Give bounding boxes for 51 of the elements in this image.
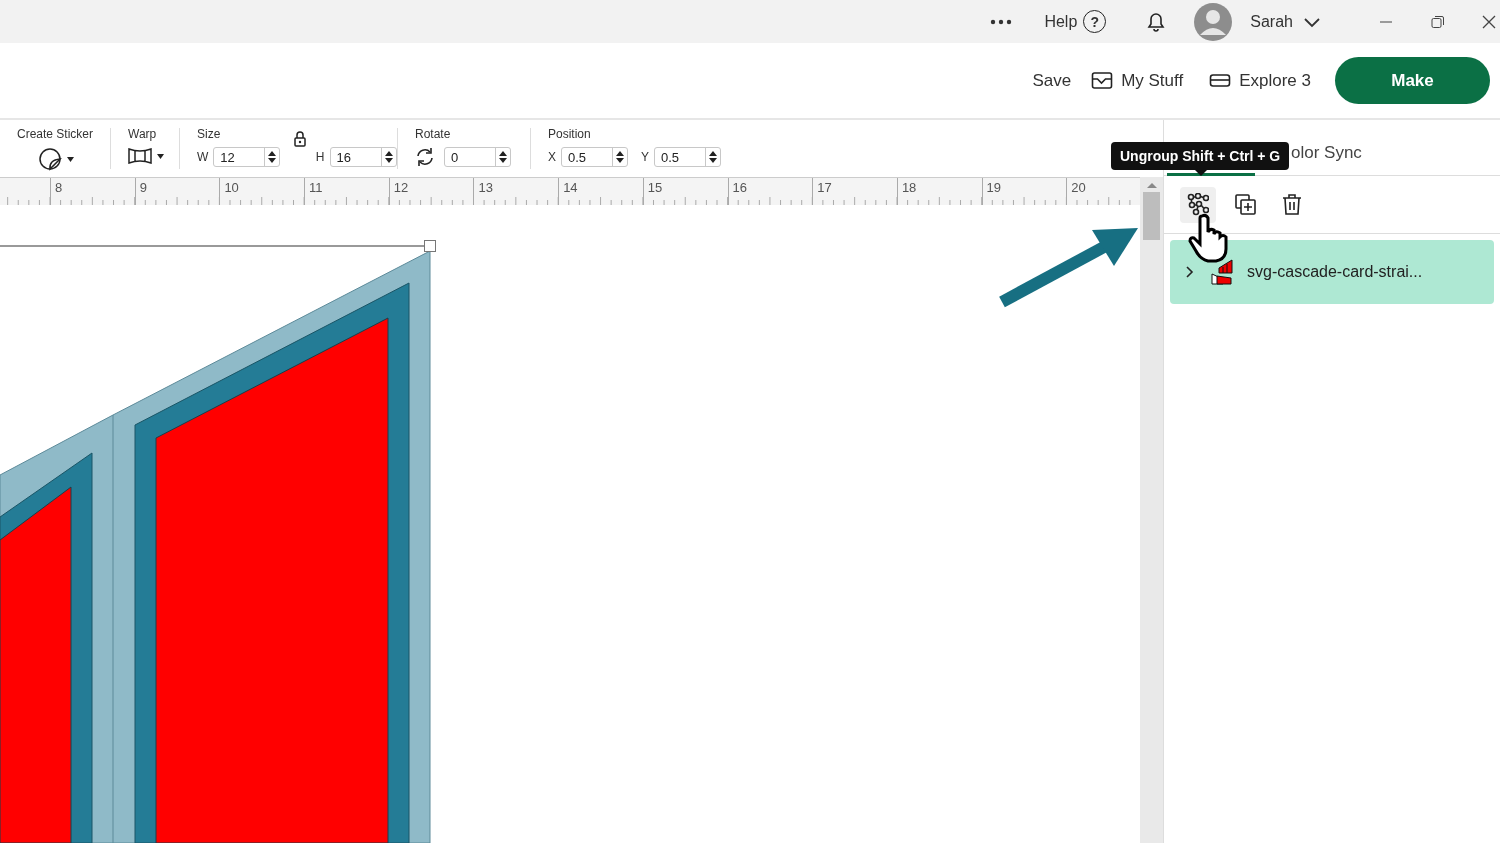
number-field[interactable]: 0.5 [561,147,628,167]
spinner-icon[interactable] [267,151,276,163]
lock-icon[interactable] [292,131,307,147]
number-field[interactable]: 16 [329,147,397,167]
sticker-icon[interactable] [39,147,62,171]
machine-icon [1209,73,1232,88]
trash-icon [1281,193,1303,216]
help-button[interactable]: Help ? [1044,10,1107,33]
y-label: Y [641,150,650,164]
number-field[interactable]: 0.5 [654,147,722,167]
rotate-label: Rotate [415,127,451,141]
position-label: Position [548,127,591,141]
width-label: W [197,150,209,164]
caret-icon[interactable] [157,153,164,159]
spinner-icon[interactable] [499,151,507,163]
hand-cursor-icon [1188,213,1228,263]
rotate-icon[interactable] [415,147,435,167]
avatar-icon[interactable] [1194,2,1233,41]
spinner-icon[interactable] [616,151,624,163]
machine-button[interactable]: Explore 3 [1209,70,1311,91]
caret-icon[interactable] [67,156,74,162]
scroll-bar[interactable] [1140,177,1163,843]
tooltip-text: Ungroup Shift + Ctrl + G [1120,148,1281,164]
panel-tab[interactable]: olor Sync [1291,120,1362,176]
height-label: H [315,150,325,164]
resize-handle[interactable] [424,240,436,252]
duplicate-icon [1234,193,1256,216]
my-stuff-button[interactable]: My Stuff [1091,70,1184,91]
x-label: X [548,150,556,164]
warp-icon[interactable] [128,147,152,165]
spinner-icon[interactable] [709,151,718,163]
restore-icon[interactable] [1431,14,1445,29]
close-icon[interactable] [1482,14,1496,29]
layer-thumbnail-icon [1211,259,1233,285]
save-button[interactable]: Save [1032,70,1072,91]
make-button[interactable]: Make [1335,57,1490,104]
layer-name: svg-cascade-card-strai... [1247,263,1423,281]
ungroup-icon [1187,193,1209,216]
scroll-thumb[interactable] [1143,192,1160,240]
user-menu[interactable]: Sarah [1250,12,1321,31]
card-design-drawing[interactable] [0,250,431,843]
size-label: Size [197,127,221,141]
number-field[interactable]: 12 [213,147,280,167]
warp-label: Warp [128,127,157,141]
layer-row[interactable]: svg-cascade-card-strai... [1170,240,1494,304]
create-sticker-label: Create Sticker [17,127,94,141]
inbox-icon [1091,71,1114,90]
ungroup-button[interactable] [1180,186,1216,223]
spinner-icon[interactable] [385,151,393,163]
scroll-up-icon[interactable] [1146,183,1157,188]
number-field[interactable]: 0 [444,147,511,167]
